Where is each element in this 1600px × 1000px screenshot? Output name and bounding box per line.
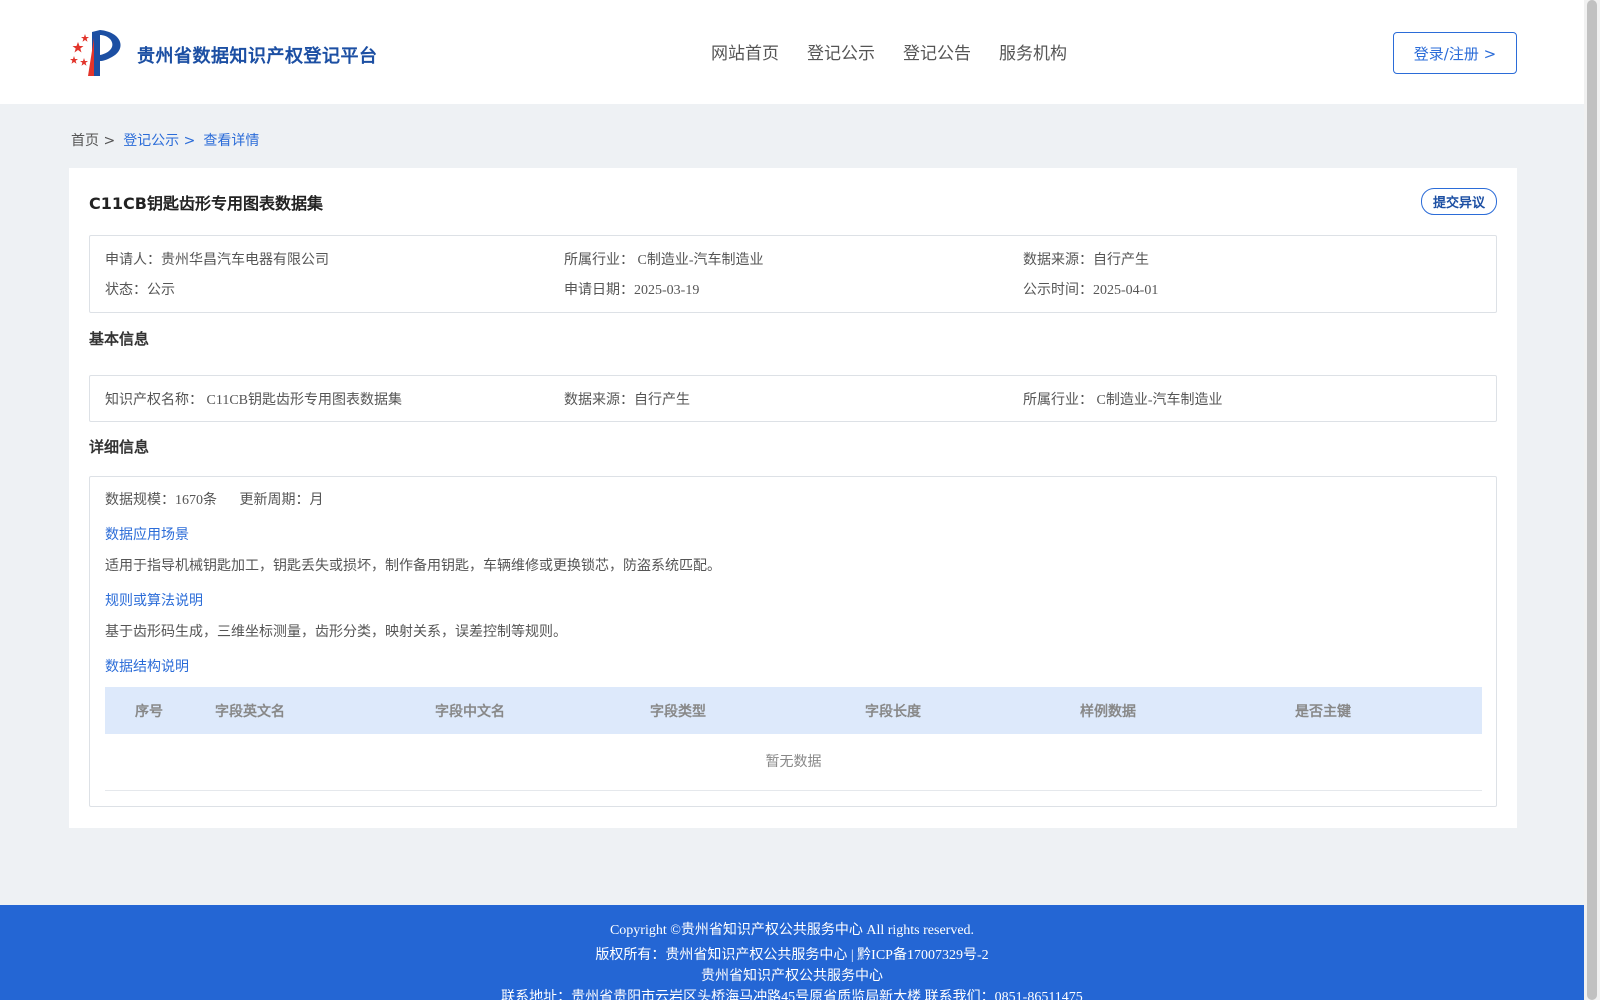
- apply-date-value: 2025-03-19: [634, 283, 700, 298]
- breadcrumb-publicity[interactable]: 登记公示 >: [123, 130, 195, 150]
- publish-time-field: 公示时间：2025-04-01: [1023, 279, 1482, 299]
- footer: Copyright ©贵州省知识产权公共服务中心 All rights rese…: [0, 905, 1584, 1000]
- footer-org: 贵州省知识产权公共服务中心: [701, 969, 883, 984]
- rules-text: 基于齿形码生成，三维坐标测量，齿形分类，映射关系，误差控制等规则。: [105, 624, 567, 640]
- source-value: 自行产生: [1093, 252, 1149, 268]
- column-header-length: 字段长度: [865, 704, 921, 720]
- publish-time-value: 2025-04-01: [1093, 283, 1159, 298]
- column-header-index: 序号: [135, 704, 163, 720]
- site-name[interactable]: 贵州省数据知识产权登记平台: [137, 42, 378, 68]
- ip-name-label: 知识产权名称：: [105, 392, 203, 408]
- basic-industry-label: 所属行业：: [1023, 392, 1093, 408]
- record-title: C11CB钥匙齿形专用图表数据集: [89, 194, 323, 213]
- publish-time-label: 公示时间：: [1023, 282, 1093, 298]
- footer-rights: 版权所有：贵州省知识产权公共服务中心 | 黔ICP备17007329号-2: [595, 948, 989, 963]
- page: 贵州省数据知识产权登记平台 网站首页 登记公示 登记公告 服务机构 登录/注册 …: [0, 0, 1584, 1000]
- breadcrumb-current: 查看详情: [203, 133, 260, 149]
- meta-info-box: 申请人：贵州华昌汽车电器有限公司 所属行业： C制造业-汽车制造业 数据来源：自…: [89, 235, 1497, 313]
- nav-item-home[interactable]: 网站首页: [711, 39, 779, 64]
- cycle-label: 更新周期：: [239, 492, 310, 508]
- scale-label: 数据规模：: [105, 492, 175, 508]
- column-header-sample: 样例数据: [1080, 704, 1136, 720]
- basic-row: 知识产权名称： C11CB钥匙齿形专用图表数据集 数据来源：自行产生 所属行业：…: [105, 389, 1482, 409]
- status-value: 公示: [147, 282, 175, 298]
- ip-name-value: C11CB钥匙齿形专用图表数据集: [203, 393, 403, 408]
- basic-industry-field: 所属行业： C制造业-汽车制造业: [1023, 389, 1482, 409]
- meta-row-1: 申请人：贵州华昌汽车电器有限公司 所属行业： C制造业-汽车制造业 数据来源：自…: [105, 249, 1482, 269]
- basic-source-label: 数据来源：: [564, 392, 634, 408]
- nav-item-announcement[interactable]: 登记公告: [903, 39, 971, 64]
- platform-logo-icon: [70, 30, 121, 76]
- scale-value: 1670条: [175, 493, 217, 508]
- footer-copyright: Copyright ©贵州省知识产权公共服务中心 All rights rese…: [609, 923, 975, 938]
- detail-info-title: 详细信息: [89, 438, 150, 456]
- submit-objection-button[interactable]: 提交异议: [1421, 188, 1497, 215]
- status-label: 状态：: [105, 282, 147, 298]
- breadcrumb-home[interactable]: 首页 >: [71, 130, 115, 150]
- industry-value: C制造业-汽车制造业: [634, 253, 764, 268]
- column-header-primary-key: 是否主键: [1295, 704, 1351, 720]
- header: 贵州省数据知识产权登记平台 网站首页 登记公示 登记公告 服务机构 登录/注册 …: [0, 0, 1584, 104]
- cycle-value: 月: [309, 492, 324, 508]
- applicant-field: 申请人：贵州华昌汽车电器有限公司: [105, 249, 564, 269]
- scrollbar-thumb[interactable]: [1587, 0, 1597, 1000]
- structure-title: 数据结构说明: [105, 659, 189, 675]
- basic-info-title: 基本信息: [89, 330, 150, 348]
- basic-source-field: 数据来源：自行产生: [564, 389, 1023, 409]
- detail-info-box: 数据规模：1670条 更新周期：月 数据应用场景 适用于指导机械钥匙加工，钥匙丢…: [89, 476, 1497, 807]
- apply-date-label: 申请日期：: [564, 282, 634, 298]
- vertical-scrollbar[interactable]: [1584, 0, 1600, 1000]
- status-field: 状态：公示: [105, 279, 564, 299]
- column-header-type: 字段类型: [650, 704, 706, 720]
- main-nav: 网站首页 登记公示 登记公告 服务机构: [711, 39, 1067, 64]
- industry-label: 所属行业：: [564, 252, 634, 268]
- breadcrumb: 首页 > 登记公示 > 查看详情: [71, 130, 259, 150]
- login-register-button[interactable]: 登录/注册 >: [1393, 32, 1517, 74]
- ip-name-field: 知识产权名称： C11CB钥匙齿形专用图表数据集: [105, 389, 564, 409]
- applicant-value: 贵州华昌汽车电器有限公司: [161, 252, 329, 268]
- applicant-label: 申请人：: [105, 252, 161, 268]
- scenario-title: 数据应用场景: [105, 527, 189, 543]
- basic-source-value: 自行产生: [634, 392, 690, 408]
- detail-card: C11CB钥匙齿形专用图表数据集 提交异议 申请人：贵州华昌汽车电器有限公司 所…: [69, 168, 1517, 828]
- basic-industry-value: C制造业-汽车制造业: [1093, 393, 1223, 408]
- column-header-english-name: 字段英文名: [215, 704, 285, 720]
- industry-field: 所属行业： C制造业-汽车制造业: [564, 249, 1023, 269]
- table-empty-state: 暂无数据: [105, 734, 1482, 791]
- column-header-chinese-name: 字段中文名: [435, 704, 505, 720]
- nav-item-service-agencies[interactable]: 服务机构: [999, 39, 1067, 64]
- rules-title: 规则或算法说明: [105, 593, 203, 609]
- scale-cycle-line: 数据规模：1670条 更新周期：月: [105, 489, 323, 509]
- apply-date-field: 申请日期：2025-03-19: [564, 279, 1023, 299]
- source-label: 数据来源：: [1023, 252, 1093, 268]
- meta-row-2: 状态：公示 申请日期：2025-03-19 公示时间：2025-04-01: [105, 279, 1482, 299]
- structure-table-header: 序号 字段英文名 字段中文名 字段类型 字段长度 样例数据 是否主键: [105, 687, 1482, 734]
- scenario-text: 适用于指导机械钥匙加工，钥匙丢失或损坏，制作备用钥匙，车辆维修或更换锁芯，防盗系…: [105, 558, 721, 574]
- basic-info-box: 知识产权名称： C11CB钥匙齿形专用图表数据集 数据来源：自行产生 所属行业：…: [89, 375, 1497, 422]
- footer-contact: 联系地址：贵州省贵阳市云岩区头桥海马冲路45号原省质监局新大楼 联系我们：085…: [501, 990, 1083, 1000]
- nav-item-publicity[interactable]: 登记公示: [807, 39, 875, 64]
- source-field: 数据来源：自行产生: [1023, 249, 1482, 269]
